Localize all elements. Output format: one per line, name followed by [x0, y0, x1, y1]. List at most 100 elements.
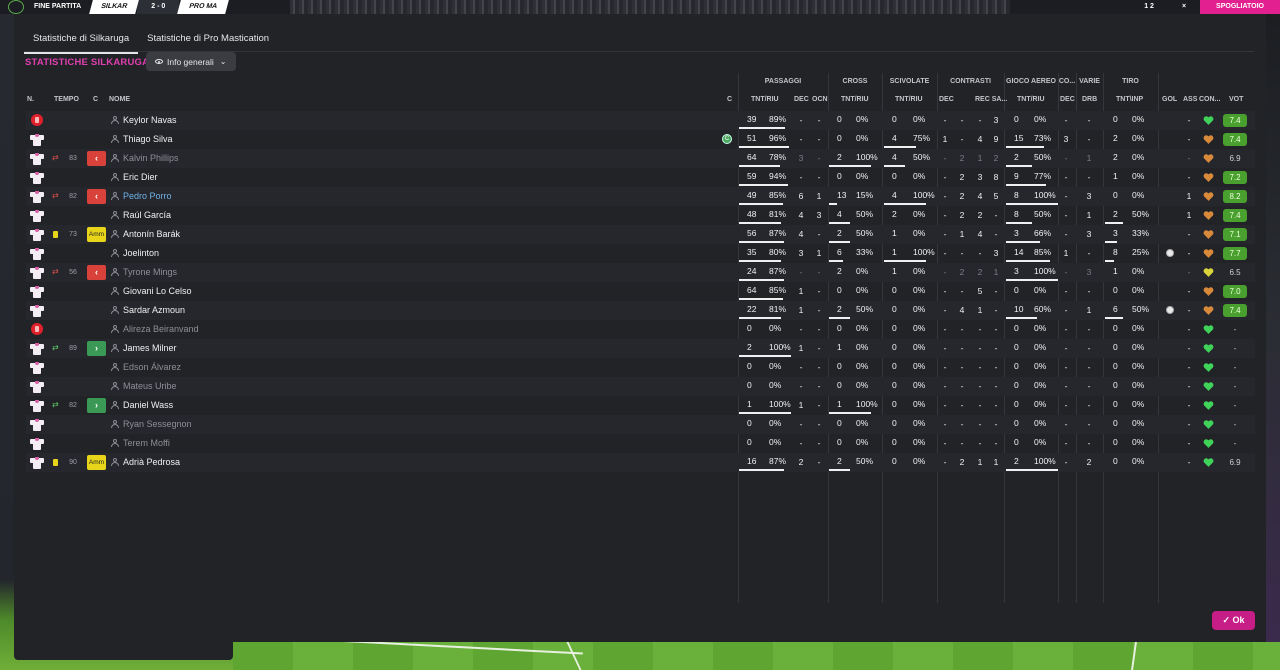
tackles-percent: 0%	[913, 171, 926, 181]
player-name[interactable]: Edson Álvarez	[123, 358, 181, 377]
close-icon[interactable]: ×	[1168, 0, 1200, 14]
pass-dec: 1	[798, 400, 804, 410]
player-name[interactable]: Pedro Porro	[123, 187, 172, 206]
contr-sa: 1	[993, 267, 999, 277]
header-number[interactable]: N.	[27, 96, 34, 103]
player-name[interactable]: Tyrone Mings	[123, 263, 177, 282]
rating-badge: 6.9	[1229, 154, 1241, 163]
header-con[interactable]: CON...	[1199, 96, 1220, 103]
table-row[interactable]: Joelinton 35 80% 3 1 6 33% 1 100% - - -3 14 85% 1-8 25%…	[26, 244, 1255, 263]
player-name[interactable]: Keylor Navas	[123, 111, 177, 130]
contr-rec: 2	[977, 267, 983, 277]
header-sciv-tnt[interactable]: TNT/RIU	[895, 96, 923, 103]
player-name[interactable]: Joelinton	[123, 244, 159, 263]
crowd-background	[290, 0, 1010, 14]
condition-heart-icon	[1203, 172, 1214, 183]
table-row[interactable]: Terem Moffi 0 0% - - 0 0% 0 0% - - - - 0 0% - - 0 0% - -	[26, 434, 1255, 453]
player-name[interactable]: Antonín Barák	[123, 225, 180, 244]
table-row[interactable]: Keylor Navas 39 89% - -0 0% 0 0% - - -3 0 0% - -0 0% -7.…	[26, 111, 1255, 130]
assists: -	[1187, 419, 1191, 429]
assists: -	[1187, 115, 1191, 125]
header-contr-dec[interactable]: DEC	[939, 96, 954, 103]
contr-dec: -	[943, 172, 947, 182]
table-row[interactable]: Giovani Lo Celso 64 85% 1-0 0% 0 0% - -5-0 0% - -0 0…	[26, 282, 1255, 301]
player-name[interactable]: Daniel Wass	[123, 396, 173, 415]
cross-attempts: 0	[837, 437, 842, 447]
co-dec: -	[1064, 400, 1068, 410]
table-row[interactable]: 73 Amm Antonín Barák 56 87% 4-2 50% 1 0% -1 4-3 66%…	[26, 225, 1255, 244]
aerial-attempts: 0	[1014, 342, 1019, 352]
player-name[interactable]: Sardar Azmoun	[123, 301, 185, 320]
table-row[interactable]: 90 Amm Adrià Pedrosa 16 87% 2-2 50% 0 0% -2 1 1 2 100…	[26, 453, 1255, 472]
dressing-room-button[interactable]: SPOGLIATOIO	[1200, 0, 1280, 14]
table-row[interactable]: ⇄ 82 › Daniel Wass 1 100% 1-1 100% 0 0% - - - -0 0% - -0…	[26, 396, 1255, 415]
player-name[interactable]: Alireza Beiranvand	[123, 320, 199, 339]
player-name[interactable]: Raúl García	[123, 206, 171, 225]
tempo-value: 73	[69, 231, 77, 238]
header-tiro-tnt[interactable]: TNT\INP	[1116, 96, 1143, 103]
header-ocn[interactable]: OCN	[812, 96, 828, 103]
eye-icon	[155, 59, 163, 64]
person-icon	[111, 306, 119, 314]
table-row[interactable]: ⇄ 56 ‹ Tyrone Mings 24 87% - -2 0% 1 0% -2 2 1 3 100% -3…	[26, 263, 1255, 282]
player-name[interactable]: Ryan Sessegnon	[123, 415, 192, 434]
header-ass[interactable]: ASS	[1183, 96, 1197, 103]
shots-percent: 0%	[1132, 285, 1145, 295]
aerial-percent: 0%	[1034, 399, 1047, 409]
rating-badge: 7.0	[1223, 285, 1247, 298]
table-row[interactable]: Thiago Silva C 51 96% - -0 0% 4 75% 1-4 9 15 73% 3-2 0…	[26, 130, 1255, 149]
ok-button[interactable]: ✓ Ok	[1212, 611, 1255, 630]
tackles-percent: 0%	[913, 285, 926, 295]
table-row[interactable]: Ryan Sessegnon 0 0% - - 0 0% 0 0% - - - - 0 0% - - 0 0% - -	[26, 415, 1255, 434]
pass-dec: -	[799, 115, 803, 125]
drb: 2	[1086, 457, 1092, 467]
person-icon	[111, 268, 119, 276]
tackles-attempts: 0	[892, 285, 897, 295]
person-icon	[111, 458, 119, 466]
table-row[interactable]: Edson Álvarez 0 0% - - 0 0% 0 0% - - - - 0 0% - - 0 0% - -	[26, 358, 1255, 377]
player-name[interactable]: Eric Dier	[123, 168, 158, 187]
header-cross-tnt[interactable]: TNT/RIU	[841, 96, 869, 103]
co-dec: 3	[1063, 134, 1069, 144]
header-nome[interactable]: NOME	[109, 96, 130, 103]
table-row[interactable]: Eric Dier 59 94% - -0 0% 0 0% -2 3 8 9 77% - -1 0% -7.2	[26, 168, 1255, 187]
table-row[interactable]: ⇄ 82 ‹ Pedro Porro 49 85% 6 1 13 15% 4 100% -2 4 5 8 100…	[26, 187, 1255, 206]
shots-attempts: 0	[1113, 285, 1118, 295]
header-rec[interactable]: REC SA...	[975, 96, 1007, 103]
view-dropdown[interactable]: Info generali ⌄	[146, 52, 236, 71]
table-row[interactable]: ⇄ 83 ‹ Kalvin Phillips 64 78% 3-2 100% 4 50% -2 1 2 2…	[26, 149, 1255, 168]
match-score: 2 - 0	[137, 0, 180, 14]
cross-percent: 33%	[856, 247, 874, 257]
co-dec: -	[1064, 438, 1068, 448]
header-pass-tnt[interactable]: TNT/RIU	[751, 96, 779, 103]
header-tempo[interactable]: TEMPO	[54, 96, 79, 103]
contr-fft: -	[960, 248, 964, 258]
cross-attempts: 0	[837, 285, 842, 295]
player-name[interactable]: Mateus Uribe	[123, 377, 177, 396]
table-row[interactable]: Alireza Beiranvand 0 0% - - 0 0% 0 0% - - - - 0 0% - - 0 0…	[26, 320, 1255, 339]
cross-percent: 0%	[856, 361, 869, 371]
header-dec[interactable]: DEC	[794, 96, 809, 103]
header-aereo-tnt[interactable]: TNT/RIU	[1017, 96, 1045, 103]
header-vot[interactable]: VOT	[1229, 96, 1243, 103]
table-row[interactable]: Sardar Azmoun 22 81% 1-2 50% 0 0% -4 1-10 60% -1 6 5…	[26, 301, 1255, 320]
player-name[interactable]: Giovani Lo Celso	[123, 282, 192, 301]
player-name[interactable]: Kalvin Phillips	[123, 149, 179, 168]
group-gioco-aereo: GIOCO AEREO	[1006, 78, 1056, 85]
player-name[interactable]: Terem Moffi	[123, 434, 170, 453]
player-name[interactable]: Thiago Silva	[123, 130, 173, 149]
header-gol[interactable]: GOL	[1162, 96, 1177, 103]
aerial-attempts: 0	[1014, 285, 1019, 295]
header-co-dec[interactable]: DEC	[1060, 96, 1075, 103]
header-drb[interactable]: DRB	[1082, 96, 1097, 103]
header-c2[interactable]: C	[727, 96, 732, 103]
table-row[interactable]: Raúl García 48 81% 4 3 4 50% 2 0% -2 2-8 50% -1 2 50% 1…	[26, 206, 1255, 225]
header-c[interactable]: C	[93, 96, 98, 103]
assists: -	[1187, 381, 1191, 391]
player-name[interactable]: Adrià Pedrosa	[123, 453, 180, 472]
shirt-icon	[30, 228, 44, 241]
drb: -	[1087, 400, 1091, 410]
player-name[interactable]: James Milner	[123, 339, 177, 358]
table-row[interactable]: ⇄ 89 › James Milner 2 100% 1-1 0% 0 0% - - - -0 0% - -0 0…	[26, 339, 1255, 358]
table-row[interactable]: Mateus Uribe 0 0% - - 0 0% 0 0% - - - - 0 0% - - 0 0% - -	[26, 377, 1255, 396]
